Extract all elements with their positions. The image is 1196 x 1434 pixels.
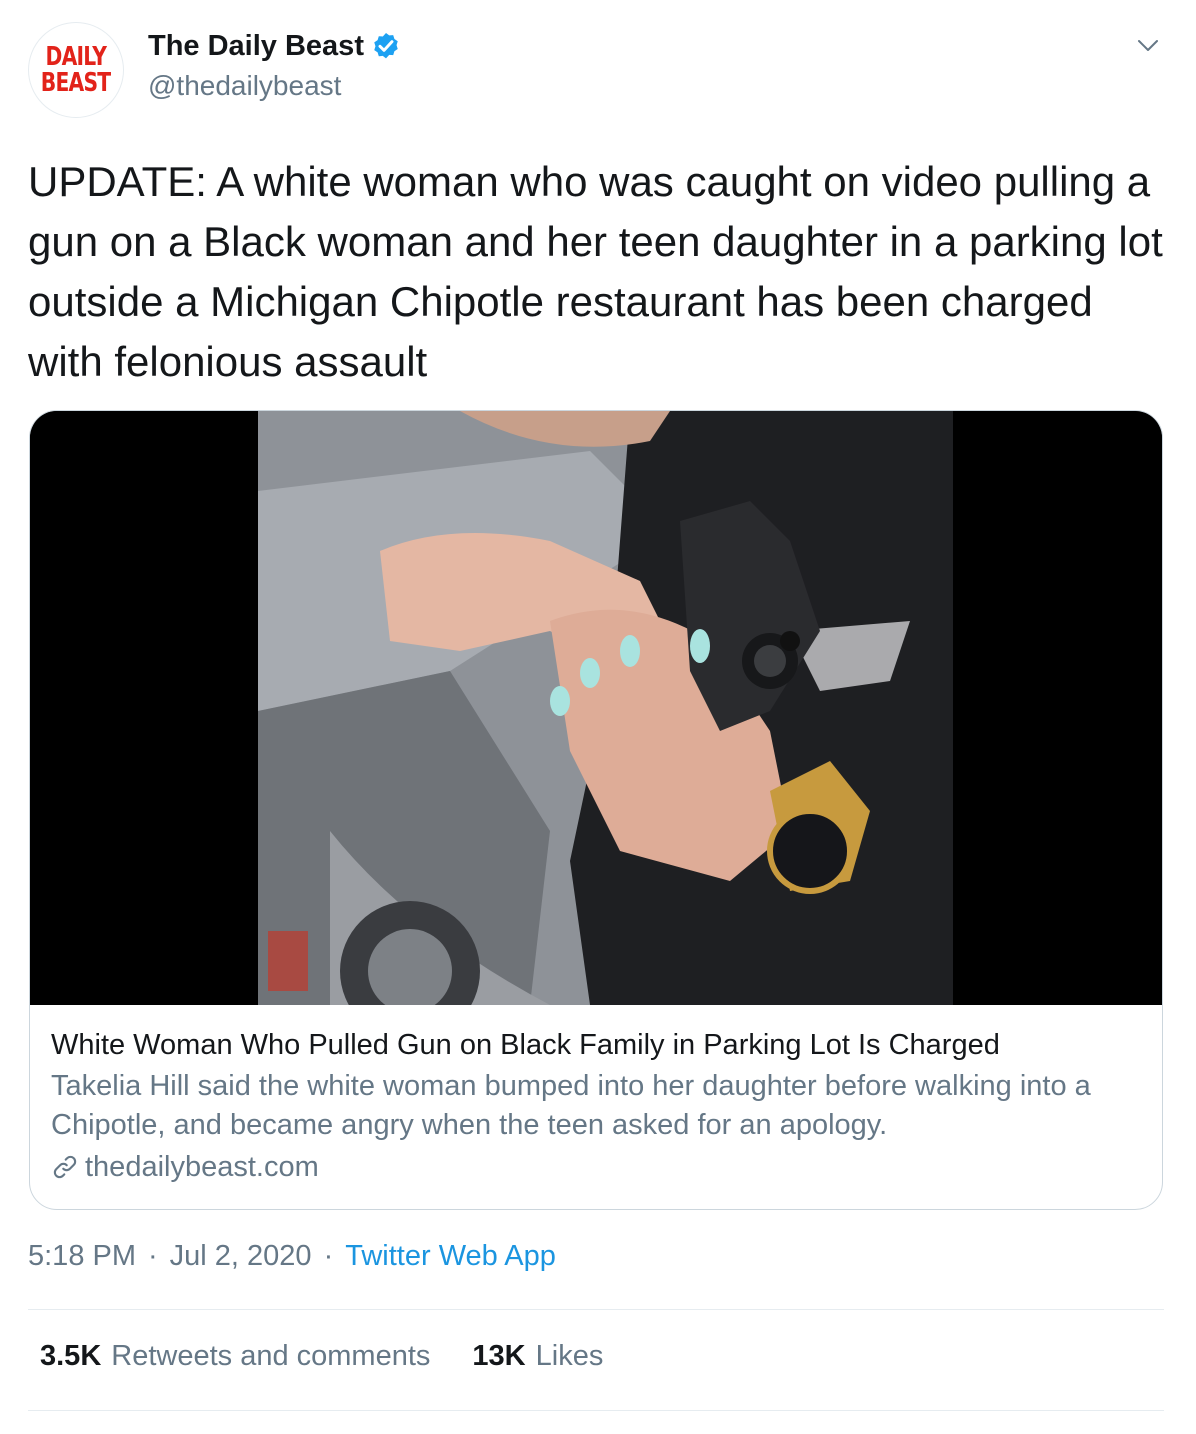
- retweets-count: 3.5K: [40, 1340, 102, 1372]
- link-icon: [53, 1155, 77, 1179]
- likes-count: 13K: [472, 1340, 526, 1372]
- author-name-row: The Daily Beast: [148, 30, 402, 63]
- handle[interactable]: @thedailybeast: [148, 70, 341, 102]
- likes-label: Likes: [535, 1340, 604, 1372]
- divider: [28, 1410, 1164, 1411]
- card-body: White Woman Who Pulled Gun on Black Fami…: [51, 1025, 1141, 1187]
- tweet-date[interactable]: Jul 2, 2020: [170, 1240, 312, 1273]
- tweet-source-link[interactable]: Twitter Web App: [345, 1240, 556, 1273]
- card-domain-row: thedailybeast.com: [51, 1147, 1141, 1187]
- display-name[interactable]: The Daily Beast: [148, 30, 364, 63]
- tweet-text: UPDATE: A white woman who was caught on …: [28, 158, 1163, 385]
- card-image-photo: [30, 411, 1162, 1005]
- card-domain: thedailybeast.com: [85, 1151, 319, 1183]
- meta-separator: ·: [323, 1240, 334, 1272]
- card-description: Takelia Hill said the white woman bumped…: [51, 1070, 1091, 1141]
- card-title: White Woman Who Pulled Gun on Black Fami…: [51, 1029, 1000, 1061]
- avatar-logo-line2: BEAST: [41, 68, 111, 98]
- retweets-label: Retweets and comments: [111, 1340, 431, 1372]
- tweet-stats: 3.5K Retweets and comments 13K Likes: [40, 1340, 603, 1373]
- divider: [28, 1309, 1164, 1310]
- verified-badge-icon: [374, 32, 398, 58]
- tweet-time[interactable]: 5:18 PM: [28, 1240, 136, 1273]
- likes-stat[interactable]: 13K Likes: [472, 1340, 603, 1373]
- meta-separator: ·: [148, 1240, 158, 1272]
- link-card[interactable]: White Woman Who Pulled Gun on Black Fami…: [29, 410, 1163, 1210]
- retweets-stat[interactable]: 3.5K Retweets and comments: [40, 1340, 430, 1373]
- tweet-meta: 5:18 PM · Jul 2, 2020 · Twitter Web App: [28, 1240, 556, 1273]
- card-image[interactable]: [30, 411, 1162, 1005]
- chevron-down-icon[interactable]: [1136, 36, 1160, 56]
- avatar[interactable]: DAILY BEAST: [28, 22, 124, 118]
- avatar-logo-line1: DAILY: [45, 42, 107, 72]
